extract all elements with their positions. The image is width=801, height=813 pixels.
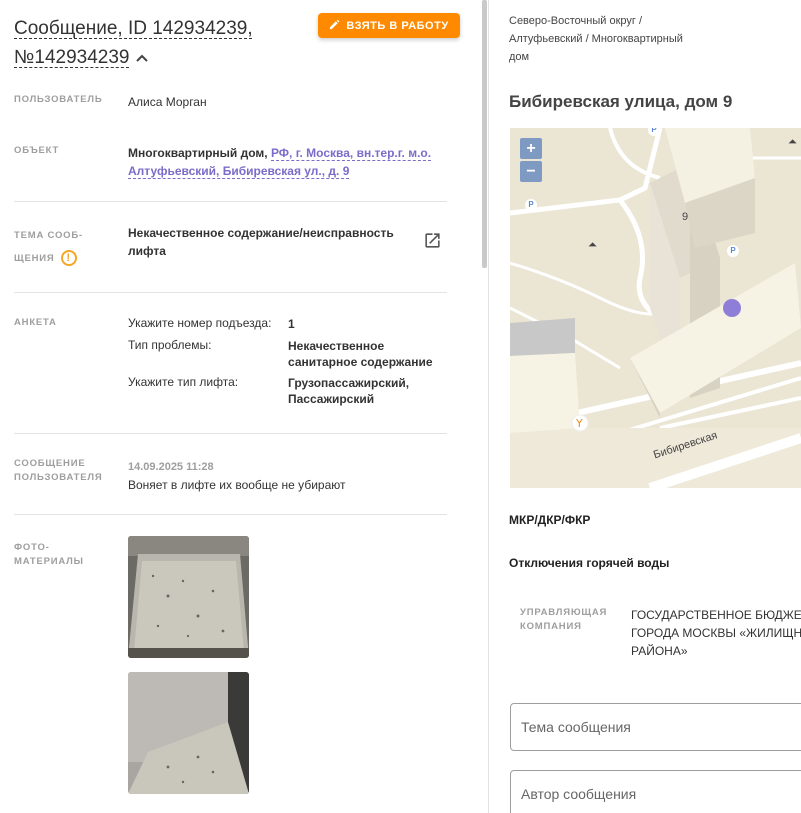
svg-text:Y: Y — [575, 417, 583, 430]
map-zoom-controls: + − — [520, 138, 542, 184]
management-company-label: УПРАВЛЯЮЩАЯ КОМПАНИЯ — [520, 606, 620, 634]
message-label: СООБЩЕНИЕ ПОЛЬЗОВАТЕЛЯ — [14, 457, 114, 485]
take-to-work-label: ВЗЯТЬ В РАБОТУ — [346, 19, 449, 32]
breadcrumb-line-3: дом — [509, 51, 530, 63]
divider — [14, 514, 447, 515]
message-date: 14.09.2025 11:28 — [128, 461, 214, 473]
message-label-1: СООБЩЕНИЕ — [14, 458, 86, 469]
anketa-question: Укажите тип лифта: — [128, 375, 239, 389]
left-scrollbar[interactable] — [482, 0, 487, 268]
management-company-label-1: УПРАВЛЯЮЩАЯ — [520, 607, 608, 618]
object-value: Многоквартирный дом, РФ, г. Москва, вн.т… — [128, 144, 438, 180]
management-company-value: ГОСУДАРСТВЕННОЕ БЮДЖЕТ ГОРОДА МОСКВЫ «ЖИ… — [631, 606, 801, 660]
take-to-work-button[interactable]: ВЗЯТЬ В РАБОТУ — [318, 13, 460, 38]
address-title: Бибиревская улица, дом 9 — [509, 92, 733, 111]
map-tiles: Y ⏶ ⏶ — [510, 128, 801, 488]
title-line-2: №142934239 — [14, 47, 130, 68]
management-company-label-2: КОМПАНИЯ — [520, 621, 582, 632]
object-type: Многоквартирный дом, — [128, 146, 268, 160]
management-company-line-2: ГОРОДА МОСКВЫ «ЖИЛИЩН — [631, 626, 801, 640]
parking-icon: P — [727, 245, 739, 257]
svg-text:⏶: ⏶ — [588, 238, 597, 251]
breadcrumb-line-2: Алтуфьевский / Многоквартирный — [509, 33, 683, 45]
divider — [14, 201, 447, 202]
photo-thumbnail[interactable] — [128, 536, 249, 658]
message-detail-panel: Сообщение, ID 142934239, №142934239 ВЗЯТ… — [0, 0, 488, 813]
anketa-question: Укажите номер подъезда: — [128, 316, 272, 330]
management-company-line-1: ГОСУДАРСТВЕННОЕ БЮДЖЕТ — [631, 608, 801, 622]
zoom-in-button[interactable]: + — [520, 138, 542, 159]
divider — [14, 433, 447, 434]
map[interactable]: Y ⏶ ⏶ + − 9 Бибиревская P P P — [510, 128, 801, 488]
topic-label: ТЕМА СООБ- ЩЕНИЯ! — [14, 224, 114, 270]
photo-thumbnail[interactable] — [128, 672, 249, 794]
anketa-label: АНКЕТА — [14, 317, 57, 328]
object-address-link-2[interactable]: Алтуфьевский, Бибиревская ул., д. 9 — [128, 164, 350, 179]
photos-label: ФОТО- МАТЕРИАЛЫ — [14, 541, 114, 569]
topic-label-1: ТЕМА СООБ- — [14, 230, 83, 241]
object-info-panel: Северо-Восточный округ / Алтуфьевский / … — [489, 0, 801, 813]
photos-label-2: МАТЕРИАЛЫ — [14, 556, 84, 567]
message-text: Воняет в лифте их вообще не убирают — [128, 478, 346, 492]
message-body: 14.09.2025 11:28 Воняет в лифте их вообщ… — [128, 457, 428, 494]
object-label: ОБЪЕКТ — [14, 145, 60, 156]
topic-label-2: ЩЕНИЯ — [14, 253, 55, 264]
zoom-out-button[interactable]: − — [520, 161, 542, 182]
author-input[interactable] — [511, 771, 801, 813]
svg-text:⏶: ⏶ — [788, 135, 797, 148]
section-mkr[interactable]: МКР/ДКР/ФКР — [509, 513, 590, 527]
user-value: Алиса Морган — [128, 95, 207, 109]
building-number-label: 9 — [682, 211, 689, 223]
breadcrumb: Северо-Восточный округ / Алтуфьевский / … — [509, 12, 719, 66]
topic-field[interactable] — [510, 703, 801, 751]
anketa-answer: Некачественное санитарное содержание — [288, 339, 433, 369]
breadcrumb-line-1: Северо-Восточный округ / — [509, 15, 643, 27]
management-company-line-3: РАЙОНА» — [631, 644, 688, 658]
title-line-1: Сообщение, ID 142934239, — [14, 18, 253, 39]
anketa-answer: Грузопассажирский, Пассажирский — [288, 376, 410, 406]
open-external-icon[interactable] — [423, 231, 442, 255]
warning-icon: ! — [60, 250, 77, 267]
message-label-2: ПОЛЬЗОВАТЕЛЯ — [14, 472, 103, 483]
topic-input[interactable] — [511, 704, 801, 750]
anketa-answer: 1 — [288, 317, 295, 331]
divider — [14, 292, 447, 293]
section-hot-water[interactable]: Отключения горячей воды — [509, 556, 669, 570]
parking-icon: P — [525, 199, 537, 211]
topic-value: Некачественное содержание/неисправность … — [128, 224, 408, 260]
topic-value-1: Некачественное содержание/неисправность — [128, 226, 394, 240]
page-title: Сообщение, ID 142934239, №142934239 — [14, 14, 304, 72]
object-address-link-1[interactable]: РФ, г. Москва, вн.тер.г. м.о. — [270, 146, 432, 161]
user-label: ПОЛЬЗОВАТЕЛЬ — [14, 94, 103, 105]
anketa-question: Тип проблемы: — [128, 338, 212, 352]
chevron-up-icon[interactable] — [135, 43, 149, 72]
author-field[interactable] — [510, 770, 801, 813]
photos-label-1: ФОТО- — [14, 542, 50, 553]
topic-value-2: лифта — [128, 244, 166, 258]
pencil-icon — [329, 19, 340, 33]
anketa-row: АНКЕТА Укажите номер подъезда: 1 Тип про… — [14, 316, 447, 416]
